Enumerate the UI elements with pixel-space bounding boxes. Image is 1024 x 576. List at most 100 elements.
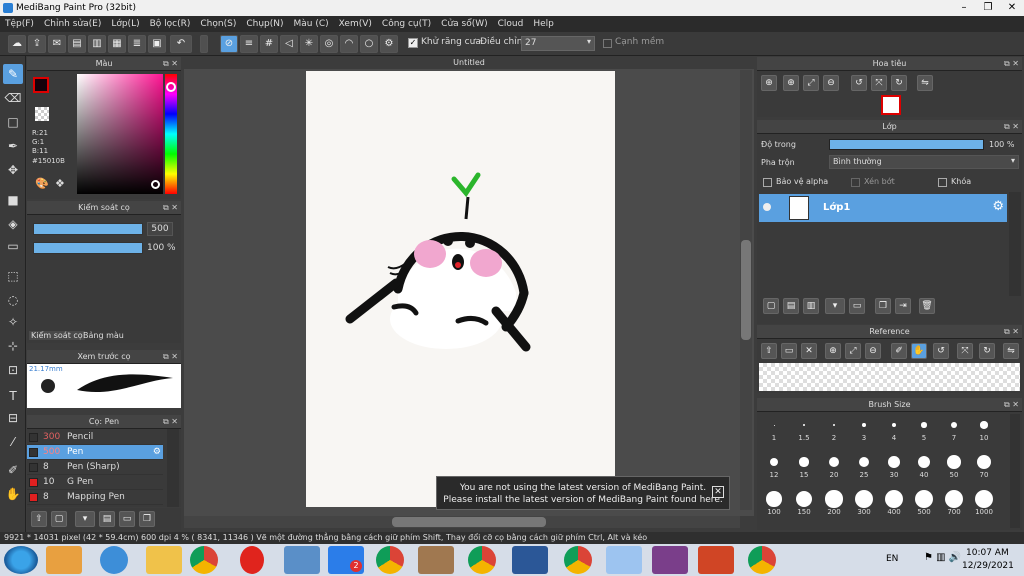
clipping-checkbox[interactable]: [851, 178, 860, 187]
language-indicator[interactable]: EN: [886, 554, 898, 564]
brush-size-option[interactable]: 7: [939, 416, 969, 442]
radial-snap-icon[interactable]: ✳: [300, 35, 318, 53]
brush-size-option[interactable]: 200: [819, 490, 849, 516]
flip-icon[interactable]: ⇋: [917, 75, 933, 91]
brush-tool-icon[interactable]: ✎: [3, 64, 23, 84]
clock-date[interactable]: 12/29/2021: [962, 561, 1014, 571]
menu-cloud[interactable]: Cloud: [493, 16, 529, 32]
brush-size-option[interactable]: 10: [969, 416, 999, 442]
menu-help[interactable]: Help: [528, 16, 559, 32]
brush-size-value[interactable]: 500: [147, 222, 173, 236]
flip-icon[interactable]: ⇋: [1003, 343, 1019, 359]
zoom-in-icon[interactable]: ⊕: [761, 75, 777, 91]
brush-size-option[interactable]: 15: [789, 453, 819, 479]
brush-size-option[interactable]: 700: [939, 490, 969, 516]
brush-opacity-slider[interactable]: [33, 242, 143, 254]
clock-time[interactable]: 10:07 AM: [966, 548, 1009, 558]
divide-tool-icon[interactable]: ⁄: [3, 432, 23, 452]
foreground-color-swatch[interactable]: [33, 77, 49, 93]
comment-icon[interactable]: ✉: [48, 35, 66, 53]
zoom-in-icon[interactable]: ⊕: [825, 343, 841, 359]
panel-close-icon[interactable]: ⧉ ✕: [163, 57, 178, 71]
sv-cursor[interactable]: [151, 180, 160, 189]
blend-mode-select[interactable]: Bình thường ▾: [829, 155, 1019, 169]
tab-palette[interactable]: Bảng màu: [83, 331, 124, 340]
brush-row[interactable]: 8 Pen (Sharp): [27, 460, 163, 475]
select-pen-tool-icon[interactable]: ⊹: [3, 336, 23, 356]
medibang-icon[interactable]: [606, 546, 642, 574]
brush-size-slider[interactable]: [33, 223, 143, 235]
menu-snap[interactable]: Chụp(N): [241, 16, 288, 32]
opera-icon[interactable]: [240, 546, 264, 574]
tray-icons[interactable]: ⚑ ▥ 🔊: [924, 552, 961, 563]
zoom-in-icon[interactable]: ⊕: [783, 75, 799, 91]
perspective-snap-icon[interactable]: ◁: [280, 35, 298, 53]
brush-size-option[interactable]: 40: [909, 453, 939, 479]
reset-icon[interactable]: ⤧: [957, 343, 973, 359]
undo-icon[interactable]: ↶: [170, 35, 192, 53]
close-icon[interactable]: ✕: [712, 486, 724, 498]
minimize-button[interactable]: –: [952, 0, 976, 16]
list-icon[interactable]: ≣: [128, 35, 146, 53]
canvas-horizontal-scrollbar[interactable]: [184, 516, 740, 528]
menu-color[interactable]: Màu (C): [289, 16, 334, 32]
gradient-tool-icon[interactable]: ▭: [3, 236, 23, 256]
brush-row[interactable]: 10 G Pen: [27, 475, 163, 490]
rotate-left-icon[interactable]: ↺: [851, 75, 867, 91]
brush-size-option[interactable]: 1000: [969, 490, 999, 516]
grid-page-icon[interactable]: ▦: [108, 35, 126, 53]
reset-rotation-icon[interactable]: ⤧: [871, 75, 887, 91]
trash-icon[interactable]: 🗑: [919, 298, 935, 314]
brush-size-option[interactable]: 150: [789, 490, 819, 516]
zoom-out-icon[interactable]: ⊖: [823, 75, 839, 91]
chrome-icon[interactable]: [564, 546, 592, 574]
menu-filter[interactable]: Bộ lọc(R): [145, 16, 196, 32]
protect-alpha-checkbox[interactable]: [763, 178, 772, 187]
start-button[interactable]: [4, 546, 38, 574]
zoom-out-icon[interactable]: ⊖: [865, 343, 881, 359]
new-layer-icon[interactable]: ▢: [763, 298, 779, 314]
fit-icon[interactable]: ⤢: [845, 343, 861, 359]
panel-close-icon[interactable]: ⧉ ✕: [1004, 57, 1019, 71]
snap-settings-icon[interactable]: ⚙: [380, 35, 398, 53]
layer-opacity-slider[interactable]: [829, 139, 984, 150]
dot-pen-tool-icon[interactable]: ✒: [3, 136, 23, 156]
brush-row-selected[interactable]: 500 Pen ⚙: [27, 445, 163, 460]
brush-size-option[interactable]: 25: [849, 453, 879, 479]
brush-list-scrollbar[interactable]: [167, 429, 179, 507]
brush-size-option[interactable]: 12: [759, 453, 789, 479]
adjust-select[interactable]: 27 ▾: [521, 36, 595, 51]
brush-size-option[interactable]: 30: [879, 453, 909, 479]
file-explorer-icon[interactable]: [146, 546, 182, 574]
document-canvas[interactable]: [306, 71, 615, 507]
brush-size-option[interactable]: 3: [849, 416, 879, 442]
panel-close-icon[interactable]: ⧉ ✕: [163, 415, 178, 429]
zalo-icon[interactable]: 2: [328, 546, 364, 574]
add-brush-icon[interactable]: ⇧: [31, 511, 47, 527]
canvas-vertical-scrollbar[interactable]: [740, 70, 752, 510]
duplicate-icon[interactable]: ❐: [139, 511, 155, 527]
duplicate-icon[interactable]: ❐: [875, 298, 891, 314]
maximize-button[interactable]: ❐: [976, 0, 1000, 16]
menu-layer[interactable]: Lớp(L): [106, 16, 144, 32]
brush-size-option[interactable]: 5: [909, 416, 939, 442]
eye-icon[interactable]: [763, 203, 771, 211]
curve-snap-icon[interactable]: ◠: [340, 35, 358, 53]
hue-cursor[interactable]: [166, 82, 176, 92]
snap-off-icon[interactable]: ⊘: [220, 35, 238, 53]
move-tool-icon[interactable]: ✥: [3, 160, 23, 180]
winrar-icon[interactable]: [652, 546, 688, 574]
frame-icon[interactable]: ▣: [148, 35, 166, 53]
import-icon[interactable]: ⇧: [761, 343, 777, 359]
select-eraser-tool-icon[interactable]: ⊡: [3, 360, 23, 380]
eraser-tool-icon[interactable]: ⌫: [3, 88, 23, 108]
powerpoint-icon[interactable]: [698, 546, 734, 574]
canvas-tab[interactable]: Untitled: [184, 56, 754, 69]
gear-icon[interactable]: ⚙: [992, 199, 1004, 214]
antialias-checkbox[interactable]: ✓: [408, 38, 418, 48]
grid-snap-icon[interactable]: #: [260, 35, 278, 53]
close-icon[interactable]: ✕: [801, 343, 817, 359]
vertical-scroll-thumb[interactable]: [741, 240, 751, 340]
merge-icon[interactable]: ⇥: [895, 298, 911, 314]
chrome-icon[interactable]: [376, 546, 404, 574]
